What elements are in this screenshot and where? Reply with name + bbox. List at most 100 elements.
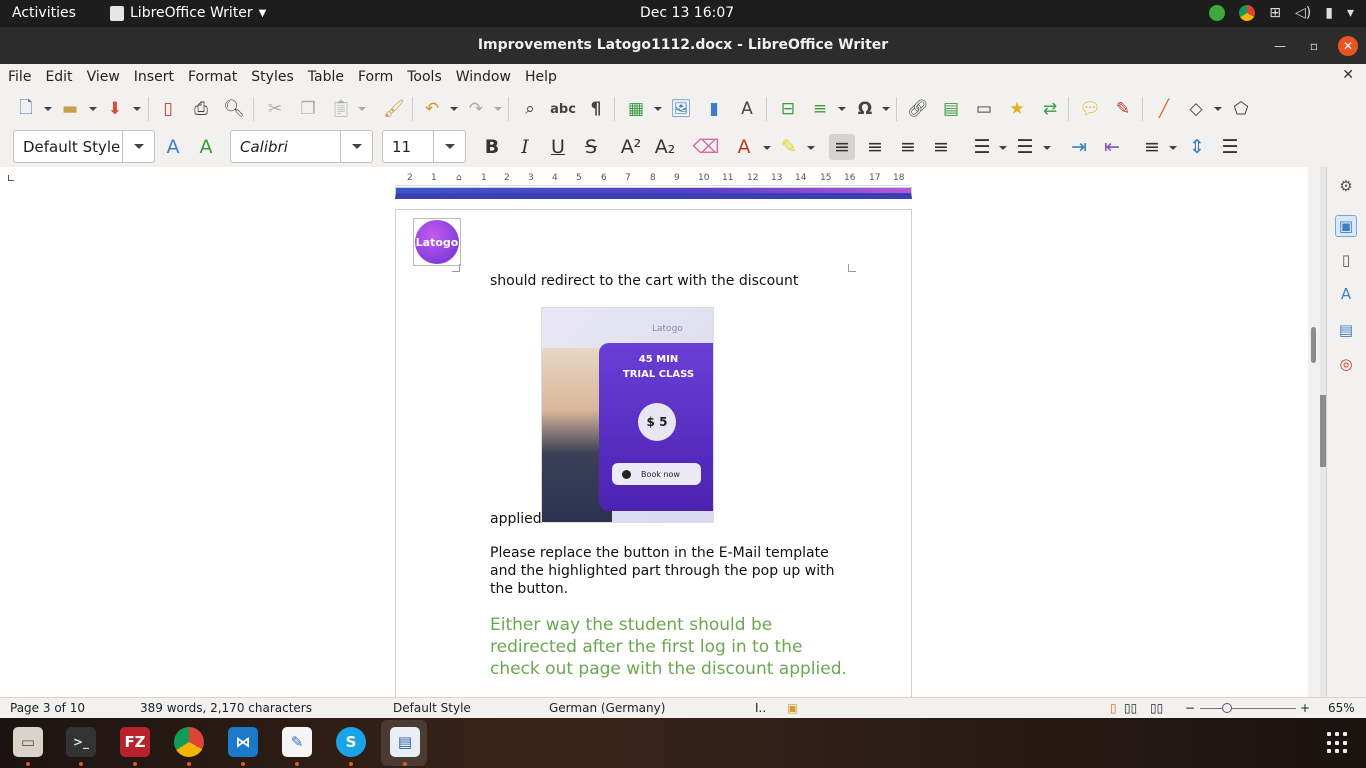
skype-app-icon[interactable]: S [336, 727, 366, 757]
document-workspace[interactable]: 2 1 ⌂ 1 2 3 4 5 6 7 8 9 10 11 12 13 14 1… [0, 167, 1308, 697]
update-check-icon[interactable] [1209, 5, 1226, 21]
update-style-icon[interactable]: A [160, 134, 186, 160]
bullet-dropdown[interactable] [999, 146, 1007, 150]
menu-table[interactable]: Table [308, 69, 344, 85]
line-spacing-dropdown[interactable] [1169, 146, 1177, 150]
save-dropdown-arrow[interactable] [133, 107, 141, 111]
battery-icon[interactable]: ▮ [1325, 4, 1333, 22]
text-editor-app-icon[interactable]: ✎ [282, 727, 312, 757]
paste-icon[interactable]: 📋︎ [329, 97, 353, 121]
zoom-level[interactable]: 65% [1328, 701, 1355, 715]
menu-window[interactable]: Window [456, 69, 511, 85]
font-size-dropdown[interactable] [433, 131, 465, 162]
activities-button[interactable]: Activities [12, 5, 76, 21]
document-modified-icon[interactable]: ▣ [787, 701, 798, 715]
menu-form[interactable]: Form [358, 69, 393, 85]
clear-formatting-icon[interactable]: ⌫ [693, 134, 720, 160]
word-count[interactable]: 389 words, 2,170 characters [140, 701, 312, 715]
new-document-icon[interactable]: 🗋 [14, 97, 38, 121]
close-window-button[interactable]: ✕ [1338, 36, 1358, 56]
paragraph-style-combo[interactable]: Default Style [13, 130, 155, 163]
insert-comment-icon[interactable]: 💬︎ [1078, 97, 1102, 121]
highlight-dropdown[interactable] [807, 146, 815, 150]
bookmark-icon[interactable]: ★ [1005, 97, 1029, 121]
insert-page-break-icon[interactable]: ⊟ [776, 97, 800, 121]
zoom-slider-track[interactable] [1200, 708, 1296, 709]
undo-icon[interactable]: ↶ [420, 97, 444, 121]
book-view-icon[interactable]: ▯▯ [1150, 701, 1163, 715]
chrome-tray-icon[interactable] [1239, 5, 1256, 21]
page-count[interactable]: Page 3 of 10 [10, 701, 85, 715]
system-tray[interactable]: ⊞ ◁) ▮ ▾ [1209, 4, 1354, 22]
strikethrough-icon[interactable]: S [578, 134, 604, 160]
bullet-list-icon[interactable]: ☰ [969, 134, 995, 160]
superscript-icon[interactable]: A² [618, 134, 644, 160]
font-color-icon[interactable]: A [731, 134, 757, 160]
text-language[interactable]: German (Germany) [549, 701, 665, 715]
app-menu[interactable]: LibreOffice Writer ▼ [110, 5, 266, 21]
formatting-marks-icon[interactable]: ¶ [584, 97, 608, 121]
increase-indent-icon[interactable]: ⇥ [1066, 134, 1092, 160]
field-dropdown-arrow[interactable] [838, 107, 846, 111]
paragraph-style-dropdown[interactable] [122, 131, 154, 162]
font-size-combo[interactable]: 11 [382, 130, 466, 163]
minimize-button[interactable]: — [1270, 36, 1290, 56]
multi-page-view-icon[interactable]: ▯▯ [1124, 701, 1137, 715]
gallery-icon[interactable]: ▤ [1335, 319, 1357, 341]
align-center-icon[interactable]: ≡ [862, 134, 888, 160]
close-document-icon[interactable]: ✕ [1342, 67, 1354, 83]
files-app-icon[interactable]: ▭ [13, 727, 43, 757]
font-color-dropdown[interactable] [763, 146, 771, 150]
line-spacing-icon[interactable]: ≡ [1139, 134, 1165, 160]
justify-icon[interactable]: ≡ [928, 134, 954, 160]
highlight-color-icon[interactable]: ✎ [776, 134, 802, 160]
navigator-icon[interactable]: ◎ [1335, 353, 1357, 375]
numbering-dropdown[interactable] [1043, 146, 1051, 150]
print-icon[interactable]: ⎙ [189, 97, 213, 121]
volume-icon[interactable]: ◁) [1295, 4, 1311, 22]
underline-icon[interactable]: U [545, 134, 571, 160]
page-style[interactable]: Default Style [393, 701, 471, 715]
hyperlink-icon[interactable]: 🔗︎ [906, 97, 930, 121]
show-applications-icon[interactable] [1327, 732, 1349, 754]
special-character-icon[interactable]: Ω [853, 97, 877, 121]
zoom-in-icon[interactable]: + [1300, 701, 1310, 715]
bold-icon[interactable]: B [479, 134, 505, 160]
special-char-dropdown-arrow[interactable] [882, 107, 890, 111]
styles-icon[interactable]: A [1335, 283, 1357, 305]
align-right-icon[interactable]: ≡ [895, 134, 921, 160]
clone-formatting-icon[interactable]: 🖌︎ [382, 97, 406, 121]
paste-dropdown-arrow[interactable] [358, 107, 366, 111]
print-preview-icon[interactable]: 🔍︎ [222, 97, 246, 121]
menu-styles[interactable]: Styles [251, 69, 293, 85]
copy-icon[interactable]: ❐ [296, 97, 320, 121]
properties-icon[interactable]: ▣ [1335, 215, 1357, 237]
cross-reference-icon[interactable]: ⇄ [1038, 97, 1062, 121]
menu-file[interactable]: File [8, 69, 31, 85]
cut-icon[interactable]: ✂ [263, 97, 287, 121]
zoom-slider-handle[interactable] [1222, 703, 1232, 713]
numbered-list-icon[interactable]: ☰ [1012, 134, 1038, 160]
menu-format[interactable]: Format [188, 69, 237, 85]
maximize-button[interactable]: ▫ [1304, 36, 1324, 56]
document-page[interactable]: Latogo should redirect to the cart with … [395, 209, 912, 697]
track-changes-icon[interactable]: ✎ [1111, 97, 1135, 121]
replace-button-paragraph[interactable]: Please replace the button in the E-Mail … [490, 544, 840, 598]
insert-table-icon[interactable]: ▦ [624, 97, 648, 121]
decrease-paragraph-spacing-icon[interactable]: ☰ [1217, 134, 1243, 160]
insert-line-icon[interactable]: ╱ [1152, 97, 1176, 121]
applied-text[interactable]: applied [490, 510, 542, 528]
font-name-combo[interactable]: Calibri [230, 130, 373, 163]
italic-icon[interactable]: I [512, 134, 538, 160]
redo-icon[interactable]: ↷ [464, 97, 488, 121]
menu-view[interactable]: View [87, 69, 120, 85]
open-dropdown-arrow[interactable] [89, 107, 97, 111]
filezilla-app-icon[interactable]: FZ [120, 727, 150, 757]
align-left-icon[interactable]: ≡ [829, 134, 855, 160]
chrome-app-icon[interactable] [174, 727, 204, 757]
increase-paragraph-spacing-icon[interactable]: ⇕ [1184, 134, 1210, 160]
redo-dropdown-arrow[interactable] [494, 107, 502, 111]
open-folder-icon[interactable]: ▬ [58, 97, 82, 121]
spelling-icon[interactable]: abc [550, 97, 576, 121]
insert-chart-icon[interactable]: ▮ [702, 97, 726, 121]
